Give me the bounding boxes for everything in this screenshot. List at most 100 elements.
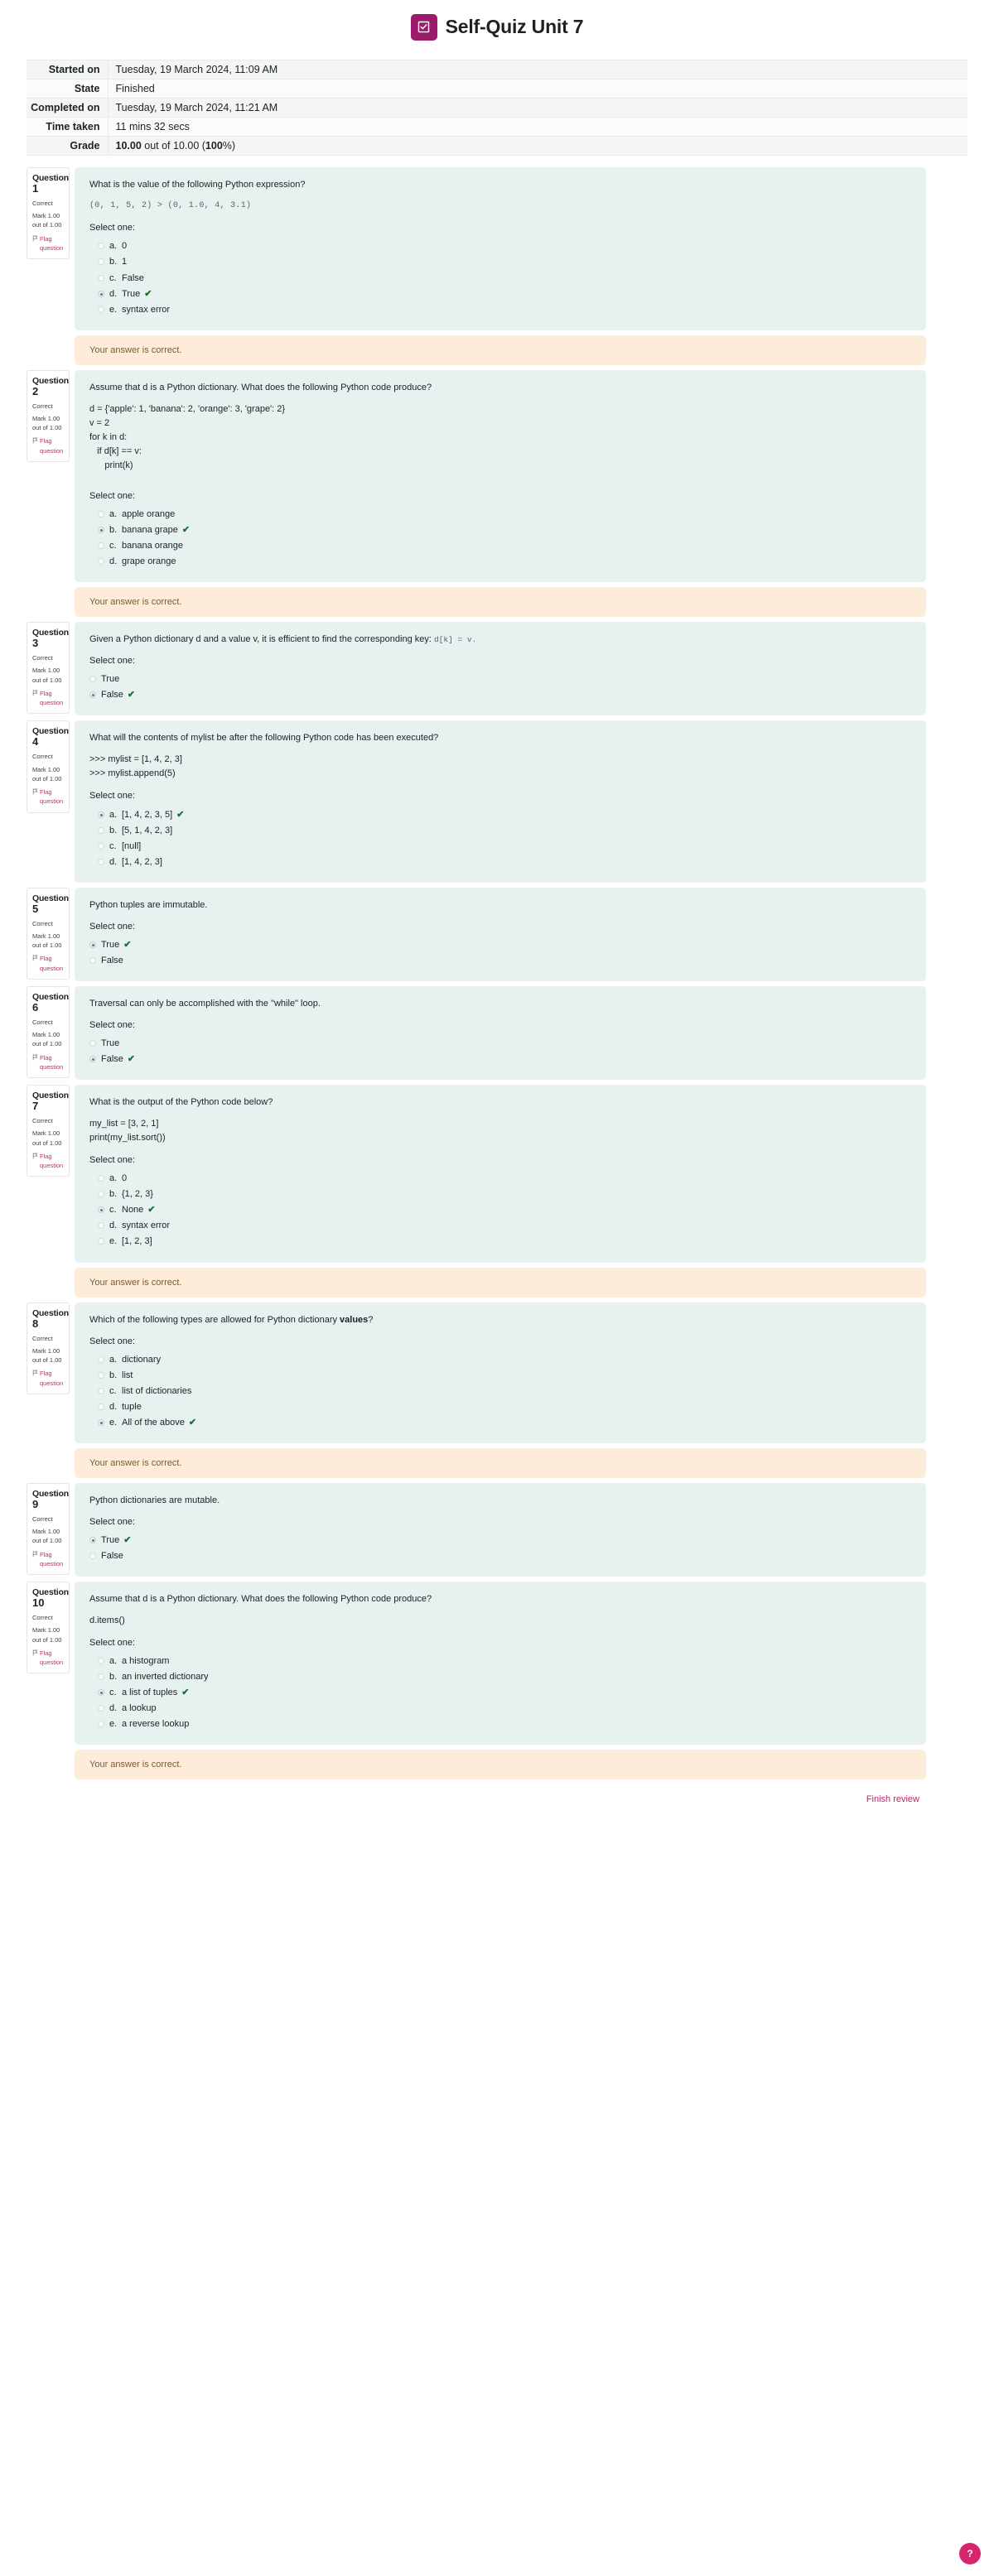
question-content: What will the contents of mylist be afte…: [75, 720, 926, 883]
answer-option[interactable]: c. None ✔: [89, 1202, 911, 1218]
radio-button-icon[interactable]: [98, 1705, 104, 1712]
radio-button-icon[interactable]: [98, 1673, 104, 1681]
answer-option-text: [5, 1, 4, 2, 3]: [122, 825, 173, 835]
answer-option-text: False: [101, 1054, 123, 1065]
flag-question-button[interactable]: Flag question: [32, 1152, 65, 1171]
quiz-footer: Finish review: [27, 1791, 967, 1824]
answer-option[interactable]: a. 0: [89, 1171, 911, 1187]
answer-option[interactable]: b. [5, 1, 4, 2, 3]: [89, 823, 911, 839]
answer-option[interactable]: True: [89, 1036, 911, 1052]
answer-option-letter: b.: [109, 825, 118, 835]
radio-button-icon[interactable]: [98, 1175, 104, 1182]
question-mark: Mark 1.00 out of 1.00: [32, 765, 62, 782]
flag-question-button[interactable]: Flag question: [32, 787, 65, 807]
flag-question-button[interactable]: Flag question: [32, 234, 65, 253]
answer-option-text: syntax error: [122, 1221, 171, 1231]
radio-button-icon[interactable]: [98, 527, 104, 534]
radio-button-icon[interactable]: [98, 542, 104, 550]
answer-option[interactable]: c. False: [89, 271, 911, 286]
radio-button-icon[interactable]: [98, 1371, 104, 1379]
flag-question-button[interactable]: Flag question: [32, 689, 65, 708]
answer-option[interactable]: d. grape orange: [89, 554, 911, 570]
answer-option[interactable]: a. dictionary: [89, 1352, 911, 1368]
radio-button-icon[interactable]: [89, 691, 96, 699]
flag-question-button[interactable]: Flag question: [32, 1550, 65, 1569]
question-text: Given a Python dictionary d and a value …: [89, 633, 911, 647]
answer-option[interactable]: a. 0: [89, 238, 911, 254]
radio-button-icon[interactable]: [98, 1191, 104, 1198]
radio-button-icon[interactable]: [98, 1721, 104, 1728]
summary-row: Completed on Tuesday, 19 March 2024, 11:2…: [27, 98, 967, 118]
answer-option[interactable]: True ✔: [89, 1533, 911, 1548]
flag-question-button[interactable]: Flag question: [32, 1369, 65, 1388]
radio-button-icon[interactable]: [98, 1658, 104, 1665]
flag-question-button[interactable]: Flag question: [32, 954, 65, 973]
answer-option[interactable]: c. [null]: [89, 839, 911, 855]
radio-button-icon[interactable]: [98, 510, 104, 518]
radio-button-icon[interactable]: [89, 1056, 96, 1063]
answer-option[interactable]: a. a histogram: [89, 1654, 911, 1669]
answer-option[interactable]: b. 1: [89, 254, 911, 270]
finish-review-link[interactable]: Finish review: [866, 1794, 919, 1804]
radio-button-icon[interactable]: [89, 1536, 96, 1543]
answer-option[interactable]: False: [89, 1548, 911, 1564]
answer-option[interactable]: True: [89, 672, 911, 687]
answer-option[interactable]: d. tuple: [89, 1399, 911, 1415]
answer-option[interactable]: False ✔: [89, 1052, 911, 1067]
answer-option[interactable]: e. a reverse lookup: [89, 1717, 911, 1732]
radio-button-icon[interactable]: [89, 956, 96, 964]
answer-option[interactable]: d. [1, 4, 2, 3]: [89, 855, 911, 870]
radio-button-icon[interactable]: [98, 258, 104, 266]
answer-option[interactable]: d. syntax error: [89, 1218, 911, 1234]
radio-button-icon[interactable]: [98, 858, 104, 865]
answer-option[interactable]: b. {1, 2, 3}: [89, 1187, 911, 1202]
answer-option-letter: a.: [109, 241, 118, 252]
answer-option[interactable]: e. All of the above ✔: [89, 1415, 911, 1431]
flag-question-label: Flag question: [40, 1370, 64, 1387]
answer-option[interactable]: False ✔: [89, 687, 911, 703]
answer-option[interactable]: d. True ✔: [89, 286, 911, 302]
radio-button-icon[interactable]: [98, 558, 104, 566]
answer-option[interactable]: e. [1, 2, 3]: [89, 1234, 911, 1249]
radio-button-icon[interactable]: [98, 1689, 104, 1697]
answer-option[interactable]: c. a list of tuples ✔: [89, 1685, 911, 1701]
answer-option[interactable]: a. [1, 4, 2, 3, 5] ✔: [89, 807, 911, 823]
radio-button-icon[interactable]: [98, 1238, 104, 1245]
radio-button-icon[interactable]: [89, 1552, 96, 1559]
radio-button-icon[interactable]: [98, 1387, 104, 1394]
select-one-label: Select one:: [89, 1638, 136, 1649]
radio-button-icon[interactable]: [98, 1222, 104, 1230]
question-block: Question 9 Correct Mark 1.00 out of 1.00 Fla…: [27, 1482, 926, 1577]
summary-row-grade: Grade 10.00 out of 10.00 (100%): [27, 136, 967, 156]
help-button[interactable]: ?: [959, 2543, 981, 2564]
answer-option[interactable]: a. apple orange: [89, 507, 911, 522]
radio-button-icon[interactable]: [98, 811, 104, 818]
flag-question-button[interactable]: Flag question: [32, 1649, 65, 1668]
radio-button-icon[interactable]: [98, 842, 104, 850]
answer-option[interactable]: b. banana grape ✔: [89, 522, 911, 538]
radio-button-icon[interactable]: [98, 1418, 104, 1426]
answer-option[interactable]: b. list: [89, 1368, 911, 1384]
answer-option[interactable]: c. banana orange: [89, 538, 911, 554]
radio-button-icon[interactable]: [98, 274, 104, 282]
radio-button-icon[interactable]: [89, 1040, 96, 1047]
radio-button-icon[interactable]: [98, 1206, 104, 1214]
radio-button-icon[interactable]: [98, 1355, 104, 1363]
radio-button-icon[interactable]: [98, 1403, 104, 1410]
radio-button-icon[interactable]: [89, 941, 96, 948]
radio-button-icon[interactable]: [98, 306, 104, 313]
flag-question-button[interactable]: Flag question: [32, 436, 65, 455]
radio-button-icon[interactable]: [89, 676, 96, 683]
radio-button-icon[interactable]: [98, 290, 104, 297]
flag-question-button[interactable]: Flag question: [32, 1053, 65, 1072]
answer-option[interactable]: c. list of dictionaries: [89, 1384, 911, 1399]
answer-option-letter: c.: [109, 1205, 117, 1216]
answer-option[interactable]: d. a lookup: [89, 1701, 911, 1717]
answer-option[interactable]: True ✔: [89, 937, 911, 953]
answer-option[interactable]: False: [89, 953, 911, 969]
answer-option[interactable]: e. syntax error: [89, 302, 911, 318]
answer-option-text: [1, 4, 2, 3, 5]: [122, 809, 173, 820]
radio-button-icon[interactable]: [98, 243, 104, 250]
answer-option[interactable]: b. an inverted dictionary: [89, 1669, 911, 1685]
radio-button-icon[interactable]: [98, 826, 104, 834]
